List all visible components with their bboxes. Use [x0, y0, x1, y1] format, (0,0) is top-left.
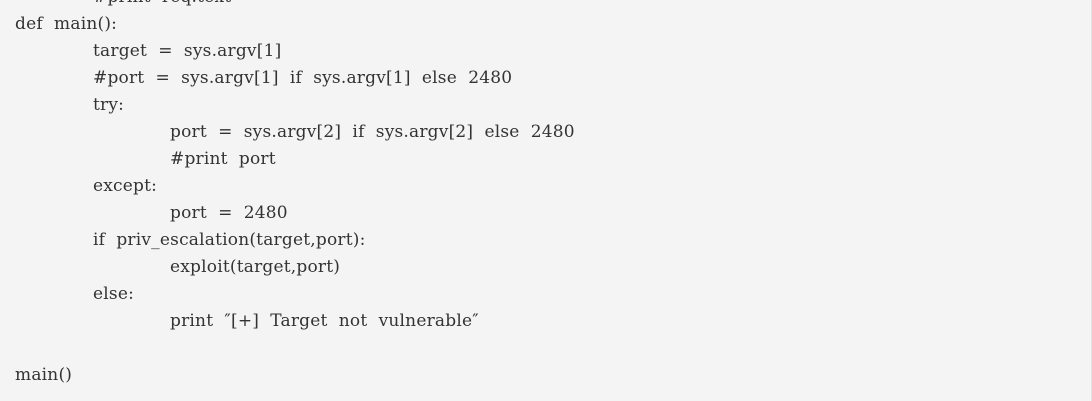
code-line: #print port: [170, 149, 276, 169]
code-line: else:: [93, 284, 135, 304]
code-line: port = sys.argv[2] if sys.argv[2] else 2…: [170, 122, 575, 142]
code-line: def main():: [15, 14, 118, 34]
code-line: if priv_escalation(target,port):: [93, 230, 366, 250]
code-line: target = sys.argv[1]: [93, 41, 282, 61]
code-line: except:: [93, 176, 158, 196]
code-line: #print req.text: [0, 0, 575, 11]
code-line: print ″[+] Target not vulnerable″: [170, 311, 479, 331]
code-line: #port = sys.argv[1] if sys.argv[1] else …: [93, 68, 513, 88]
code-lines: #print req.text def main(): target = sys.a…: [0, 0, 575, 389]
code-line: main(): [15, 365, 73, 385]
code-line: try:: [93, 95, 125, 115]
code-line: exploit(target,port): [170, 257, 341, 277]
code-line: port = 2480: [170, 203, 288, 223]
code-block: #print req.text def main(): target = sys.a…: [0, 0, 1092, 401]
